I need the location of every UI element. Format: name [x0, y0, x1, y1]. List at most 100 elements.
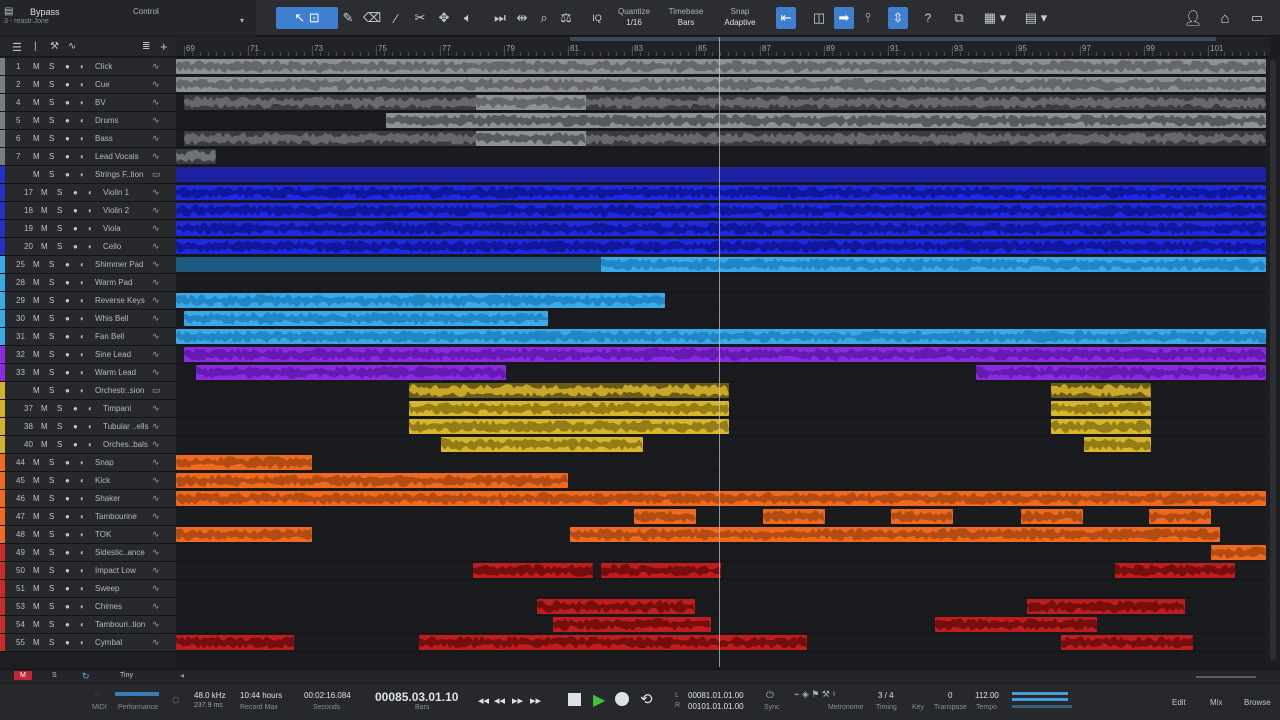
eraser-tool-button[interactable]: ⌫ — [363, 7, 381, 29]
track-row[interactable]: 32 M S ● ◐ Sine Lead ∿ — [0, 346, 176, 364]
audio-event[interactable] — [537, 599, 695, 614]
record-arm-icon[interactable]: ● — [65, 584, 70, 593]
mute-button[interactable]: M — [41, 440, 48, 449]
automation-icon[interactable]: ∿ — [152, 529, 160, 540]
timing-value[interactable]: 3 / 4 — [878, 691, 894, 700]
monitor-icon[interactable]: ◐ — [80, 80, 85, 89]
solo-button[interactable]: S — [49, 566, 54, 575]
timeline-ruler[interactable]: 69 71 73 75 77 79 81 83 85 87 89 91 93 95 97 99 101 — [176, 37, 1270, 57]
track-row[interactable]: 38 M S ● ◐ Tubular ..ells ∿ — [0, 418, 176, 436]
track-name[interactable]: Violin 1 — [103, 188, 151, 197]
zoom-slider[interactable] — [1196, 676, 1256, 678]
record-arm-icon[interactable]: ● — [65, 512, 70, 521]
add-track-icon[interactable]: + — [160, 39, 168, 54]
volume-slider[interactable] — [1012, 705, 1072, 708]
track-lane[interactable] — [176, 310, 1266, 328]
audio-event[interactable] — [176, 59, 1266, 74]
automation-icon[interactable]: ▭ — [152, 169, 161, 180]
audio-event[interactable] — [473, 563, 593, 578]
monitor-icon[interactable]: ◐ — [80, 296, 85, 305]
solo-button[interactable]: S — [57, 440, 62, 449]
audio-event[interactable] — [763, 509, 825, 524]
record-arm-icon[interactable]: ● — [65, 620, 70, 629]
automation-icon[interactable]: ∿ — [152, 151, 160, 162]
audio-event[interactable] — [176, 455, 312, 470]
solo-button[interactable]: S — [49, 602, 54, 611]
track-lane[interactable] — [176, 526, 1266, 544]
audio-event[interactable] — [1115, 563, 1235, 578]
quantize-select[interactable]: 1/16 — [612, 18, 656, 28]
monitor-icon[interactable]: ◐ — [80, 620, 85, 629]
solo-button[interactable]: S — [49, 584, 54, 593]
track-row[interactable]: 2 M S ● ◐ Cue ∿ — [0, 76, 176, 94]
track-lane[interactable] — [176, 490, 1266, 508]
bend-tool-button[interactable]: ✥ — [436, 7, 452, 29]
mute-button[interactable]: M — [41, 404, 48, 413]
split-tool-button[interactable]: ✂ — [412, 7, 428, 29]
track-lane[interactable] — [176, 130, 1266, 148]
audio-event[interactable] — [976, 365, 1266, 380]
sync-button[interactable]: ⏻ — [766, 690, 774, 701]
loop-start[interactable]: 00081.01.01.00 — [688, 691, 744, 700]
record-arm-icon[interactable]: ● — [73, 188, 78, 197]
track-lane[interactable] — [176, 562, 1266, 580]
track-row[interactable]: M S ● ◐ Strings F..tion ▭ — [0, 166, 176, 184]
audio-event[interactable] — [176, 293, 665, 308]
automation-icon[interactable]: ∿ — [152, 241, 160, 252]
track-lane[interactable] — [176, 346, 1266, 364]
audio-event[interactable] — [176, 491, 1266, 506]
track-name[interactable]: Shimmer Pad — [95, 260, 151, 269]
track-row[interactable]: 44 M S ● ◐ Snap ∿ — [0, 454, 176, 472]
track-lane[interactable] — [176, 598, 1266, 616]
list-icon[interactable]: ≣ — [142, 41, 150, 52]
arrangement-view[interactable] — [176, 58, 1266, 668]
track-name[interactable]: Fan Bell — [95, 332, 151, 341]
audio-event[interactable] — [176, 149, 216, 164]
record-button[interactable] — [615, 692, 629, 706]
solo-button[interactable]: S — [57, 404, 62, 413]
track-lane[interactable] — [176, 220, 1266, 238]
audio-event[interactable] — [601, 257, 1266, 272]
audio-event[interactable] — [1084, 437, 1151, 452]
audio-event[interactable] — [601, 563, 721, 578]
track-row[interactable]: 46 M S ● ◐ Shaker ∿ — [0, 490, 176, 508]
automation-icon[interactable]: ∿ — [152, 295, 160, 306]
mute-button[interactable]: M — [33, 98, 40, 107]
audio-event[interactable] — [176, 527, 312, 542]
track-name[interactable]: Impact Low — [95, 566, 151, 575]
track-row[interactable]: 25 M S ● ◐ Shimmer Pad ∿ — [0, 256, 176, 274]
solo-button[interactable]: S — [49, 260, 54, 269]
inspector-icon[interactable]: ▤ — [4, 6, 13, 17]
mute-button[interactable]: M — [41, 242, 48, 251]
audio-event[interactable] — [184, 311, 548, 326]
track-row[interactable]: M S ● ◐ Orchestr..sion ▭ — [0, 382, 176, 400]
monitor-icon[interactable]: ◐ — [80, 368, 85, 377]
track-lane[interactable] — [176, 94, 1266, 112]
video-button[interactable]: ⧉ — [950, 7, 968, 29]
audio-event[interactable] — [1051, 419, 1151, 434]
audio-event[interactable] — [176, 167, 1266, 182]
track-name[interactable]: Orchestr..sion — [95, 386, 151, 395]
record-arm-icon[interactable]: ● — [65, 548, 70, 557]
scroll-left-icon[interactable]: ◂ — [180, 671, 184, 680]
track-name[interactable]: BV — [95, 98, 151, 107]
record-arm-icon[interactable]: ● — [65, 80, 70, 89]
mute-button[interactable]: M — [41, 224, 48, 233]
record-arm-icon[interactable]: ● — [73, 224, 78, 233]
track-lane[interactable] — [176, 400, 1266, 418]
split-view-button[interactable]: ◫ — [810, 7, 828, 29]
track-name[interactable]: Timpani — [103, 404, 151, 413]
mute-button[interactable]: M — [33, 152, 40, 161]
track-row[interactable]: 30 M S ● ◐ Whis Bell ∿ — [0, 310, 176, 328]
layout-button[interactable]: ▤ ▾ — [1020, 7, 1052, 29]
monitor-icon[interactable]: ◐ — [80, 134, 85, 143]
audio-event[interactable] — [409, 419, 729, 434]
tempo-value[interactable]: 112.00 — [975, 691, 999, 700]
track-name[interactable]: Viola — [103, 224, 151, 233]
monitor-icon[interactable]: ◐ — [88, 440, 93, 449]
audio-event[interactable] — [419, 635, 807, 650]
solo-button[interactable]: S — [49, 368, 54, 377]
record-arm-icon[interactable]: ● — [65, 152, 70, 161]
mute-all-button[interactable]: M — [14, 671, 32, 680]
solo-button[interactable]: S — [49, 332, 54, 341]
